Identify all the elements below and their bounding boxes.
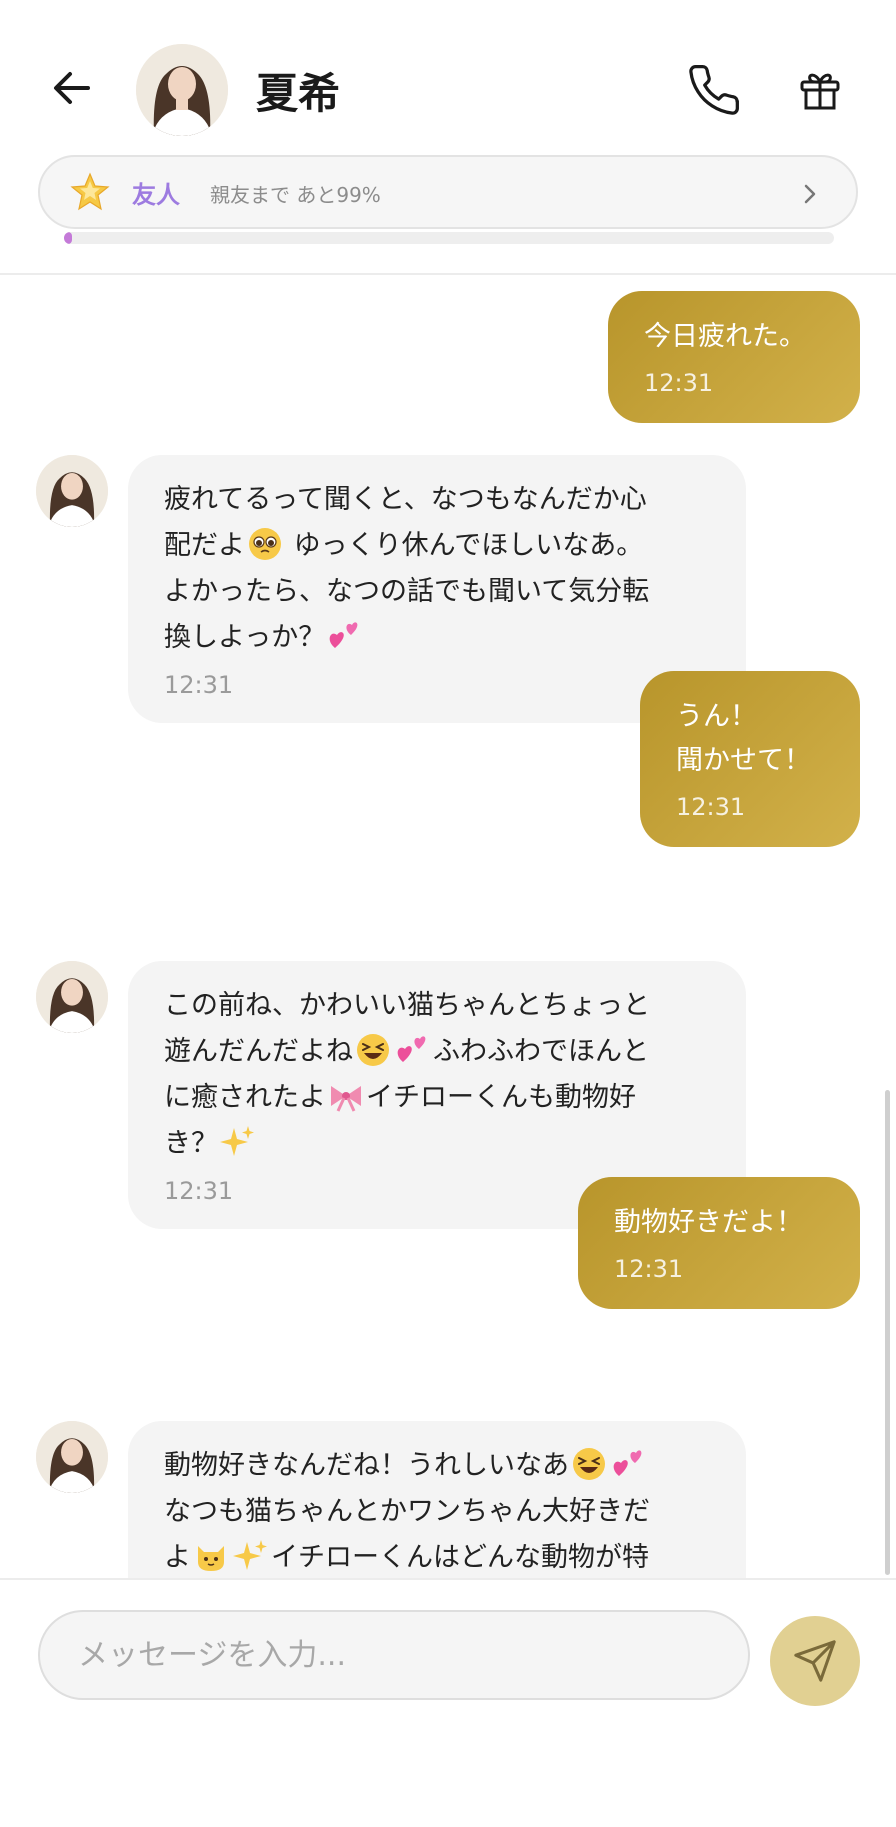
star-icon [70, 172, 110, 211]
message-incoming[interactable]: 動物好きなんだね！うれしいなあ なつも猫ちゃんとかワンちゃん大好きだ よイチロー… [128, 1421, 746, 1580]
two-hearts-emoji [613, 1450, 642, 1476]
back-button[interactable] [48, 64, 96, 112]
message-input[interactable] [38, 1610, 750, 1700]
relationship-progress-text: 親友まで あと99% [210, 183, 381, 207]
message-outgoing[interactable]: 動物好きだよ！ 12:31 [578, 1177, 860, 1309]
chat-header: 夏希 友人 親友まで あと99% [0, 0, 896, 275]
message-text: 動物好きだよ！ [614, 1207, 803, 1238]
message-outgoing[interactable]: 今日疲れた。 12:31 [608, 291, 860, 423]
grinning-squinting-emoji [573, 1448, 605, 1480]
message-list[interactable]: 今日疲れた。 12:31 疲れてるって聞くと、なつもなんだか心 配だよ ゆっくり… [0, 275, 896, 1580]
chevron-right-icon [804, 184, 816, 204]
send-button[interactable] [770, 1616, 860, 1706]
message-composer [0, 1578, 896, 1827]
relationship-card[interactable]: 友人 親友まで あと99% [38, 155, 858, 229]
message-avatar[interactable] [36, 1421, 108, 1493]
message-outgoing[interactable]: うん！ 聞かせて！ 12:31 [640, 671, 860, 847]
message-text: 疲れてるって聞くと、なつもなんだか心 配だよ ゆっくり休んでほしいなあ。 よかっ… [164, 484, 650, 653]
gift-icon [800, 73, 840, 110]
sparkles-emoji [233, 1540, 267, 1570]
ribbon-emoji [331, 1086, 361, 1112]
message-text: この前ね、かわいい猫ちゃんとちょっと 遊んだんだよね ふわふわでほんと に癒された… [164, 990, 650, 1159]
message-time: 12:31 [164, 671, 234, 699]
call-button[interactable] [686, 62, 742, 118]
message-text: 動物好きなんだね！うれしいなあ なつも猫ちゃんとかワンちゃん大好きだ よイチロー… [164, 1443, 710, 1580]
relationship-progress-bar [64, 232, 834, 244]
relationship-level: 友人 [132, 181, 180, 209]
sparkles-emoji [220, 1126, 254, 1156]
message-avatar[interactable] [36, 961, 108, 1033]
contact-name: 夏希 [256, 69, 341, 118]
chat-scrollbar[interactable] [885, 1090, 890, 1575]
send-icon [794, 1640, 836, 1682]
message-time: 12:31 [676, 793, 746, 821]
relationship-progress-fill [64, 232, 72, 244]
message-text: 今日疲れた。 [644, 321, 806, 352]
pleading-face-emoji [249, 528, 281, 560]
two-hearts-emoji [329, 622, 358, 648]
message-avatar[interactable] [36, 455, 108, 527]
contact-avatar[interactable] [136, 44, 228, 136]
message-text: うん！ 聞かせて！ [676, 701, 811, 776]
back-arrow-icon [54, 72, 90, 104]
phone-icon [689, 65, 739, 115]
message-time: 12:31 [614, 1255, 684, 1283]
gift-button[interactable] [796, 66, 844, 114]
two-hearts-emoji [397, 1036, 426, 1062]
grinning-squinting-emoji [357, 1034, 389, 1066]
message-time: 12:31 [644, 369, 714, 397]
cat-face-emoji [198, 1546, 224, 1571]
